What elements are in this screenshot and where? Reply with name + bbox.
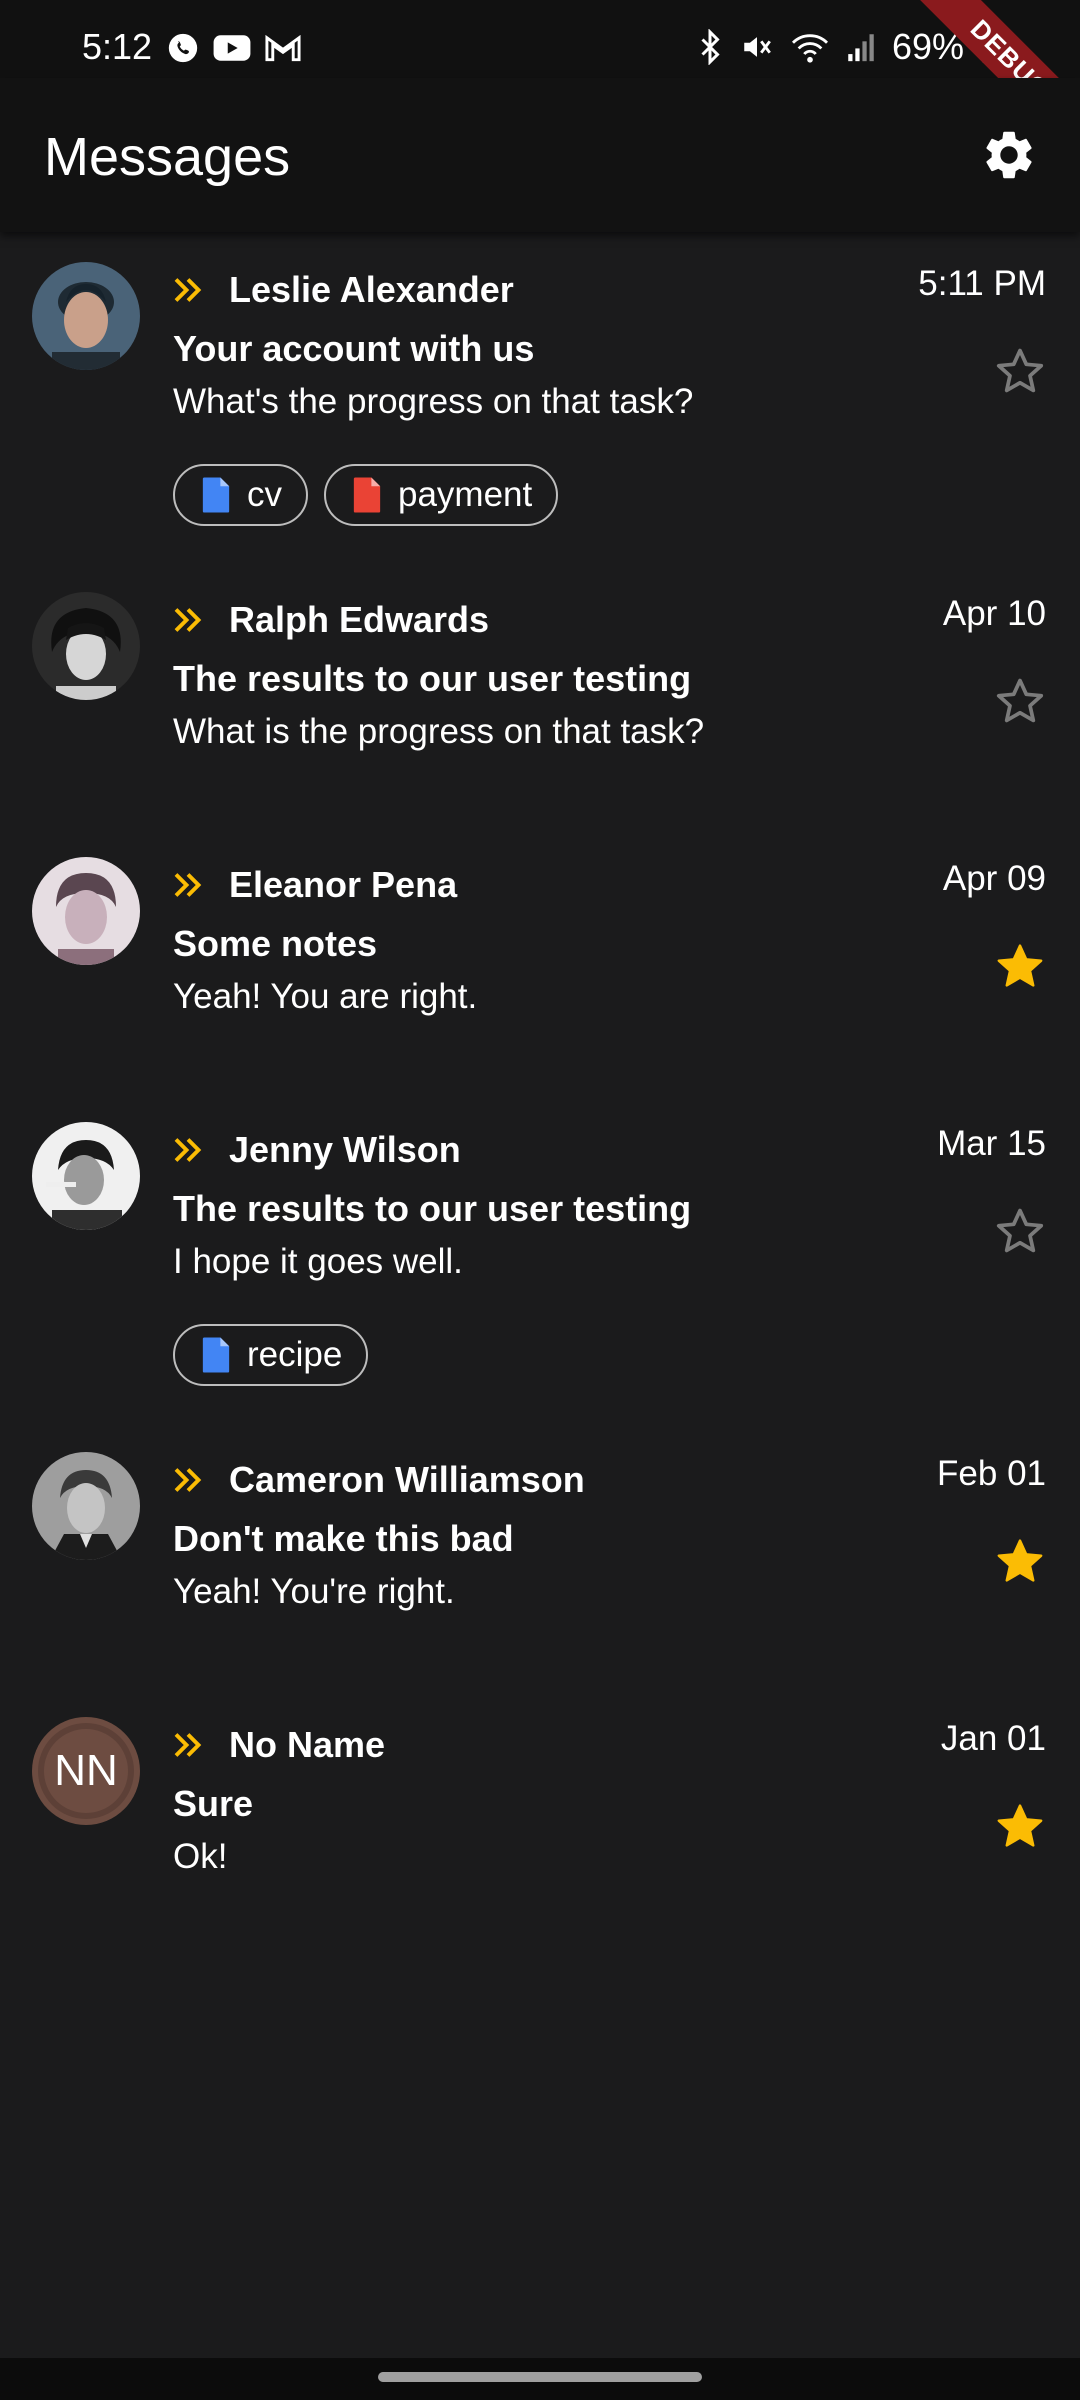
message-item[interactable]: NN No Name Jan 01 Sure Ok! (0, 1687, 1080, 1952)
attachment-chips: cv payment (173, 464, 559, 526)
attachment-chip[interactable]: payment (324, 464, 559, 526)
message-preview: Yeah! You're right. (173, 1572, 455, 1611)
mute-icon (744, 37, 771, 57)
youtube-icon (213, 35, 251, 61)
avatar (32, 1122, 140, 1230)
message-item[interactable]: Cameron Williamson Feb 01 Don't make thi… (0, 1422, 1080, 1687)
sender-name: Jenny Wilson (229, 1129, 461, 1170)
message-subject: Don't make this bad (173, 1518, 514, 1559)
app-bar: Messages (0, 78, 1080, 232)
avatar-initials: NN (54, 1746, 118, 1795)
message-item[interactable]: Eleanor Pena Apr 09 Some notes Yeah! You… (0, 827, 1080, 1092)
document-icon (202, 1337, 230, 1373)
sender-name: Leslie Alexander (229, 269, 514, 310)
attachment-label: payment (398, 475, 533, 514)
bluetooth-icon (701, 29, 720, 65)
attachment-chip[interactable]: recipe (173, 1324, 369, 1386)
status-bar: 5:12 69% DEBUG (0, 0, 1080, 160)
message-date: Apr 09 (942, 859, 1046, 898)
avatar: NN (32, 1717, 140, 1825)
star-outline-icon[interactable] (992, 674, 1048, 730)
message-preview: Ok! (173, 1837, 228, 1876)
avatar (32, 857, 140, 965)
star-filled-icon[interactable] (992, 1799, 1048, 1855)
message-date: Apr 10 (942, 594, 1046, 633)
message-preview: I hope it goes well. (173, 1242, 463, 1281)
message-date: Feb 01 (937, 1454, 1046, 1493)
forward-icon (174, 873, 202, 897)
wifi-icon (791, 34, 828, 63)
message-date: Mar 15 (937, 1124, 1046, 1163)
forward-icon (174, 1468, 202, 1492)
attachment-chip[interactable]: cv (173, 464, 308, 526)
forward-icon (174, 278, 202, 302)
status-time: 5:12 (82, 26, 153, 67)
attachment-label: recipe (247, 1335, 343, 1374)
system-status: 69% (696, 26, 1002, 68)
message-subject: The results to our user testing (173, 658, 692, 699)
avatar (32, 1452, 140, 1560)
document-icon (353, 477, 381, 513)
message-preview: What is the progress on that task? (173, 712, 705, 751)
message-preview: What's the progress on that task? (173, 382, 694, 421)
message-item[interactable]: Leslie Alexander 5:11 PM Your account wi… (0, 232, 1080, 562)
message-subject: Your account with us (173, 328, 535, 369)
message-date: Jan 01 (940, 1719, 1046, 1758)
message-item[interactable]: Ralph Edwards Apr 10 The results to our … (0, 562, 1080, 827)
sender-name: Cameron Williamson (229, 1459, 585, 1500)
message-date: 5:11 PM (918, 264, 1046, 303)
star-filled-icon[interactable] (992, 939, 1048, 995)
forward-icon (174, 1733, 202, 1757)
message-subject: Some notes (173, 923, 378, 964)
sender-name: Eleanor Pena (229, 864, 458, 905)
notification-icons (166, 31, 302, 65)
message-subject: The results to our user testing (173, 1188, 692, 1229)
whatsapp-icon (168, 33, 198, 63)
forward-icon (174, 608, 202, 632)
star-filled-icon[interactable] (992, 1534, 1048, 1590)
sender-name: Ralph Edwards (229, 599, 490, 640)
attachment-chips: recipe (173, 1324, 369, 1386)
avatar (32, 262, 140, 370)
star-outline-icon[interactable] (992, 1204, 1048, 1260)
home-gesture-handle[interactable] (378, 2372, 702, 2382)
battery-icon (982, 30, 1000, 64)
settings-button[interactable] (974, 120, 1044, 190)
signal-icon (848, 34, 874, 62)
message-list: Leslie Alexander 5:11 PM Your account wi… (0, 232, 1080, 1952)
forward-icon (174, 1138, 202, 1162)
message-item[interactable]: Jenny Wilson Mar 15 The results to our u… (0, 1092, 1080, 1422)
document-icon (202, 477, 230, 513)
star-outline-icon[interactable] (992, 344, 1048, 400)
avatar (32, 592, 140, 700)
page-title: Messages (44, 127, 291, 187)
navigation-bar (0, 2358, 1080, 2400)
gmail-icon (265, 34, 301, 62)
gear-icon (986, 131, 1032, 179)
attachment-label: cv (247, 475, 282, 514)
message-subject: Sure (173, 1783, 254, 1824)
battery-percentage: 69% (891, 26, 964, 67)
sender-name: No Name (229, 1724, 386, 1765)
message-preview: Yeah! You are right. (173, 977, 478, 1016)
